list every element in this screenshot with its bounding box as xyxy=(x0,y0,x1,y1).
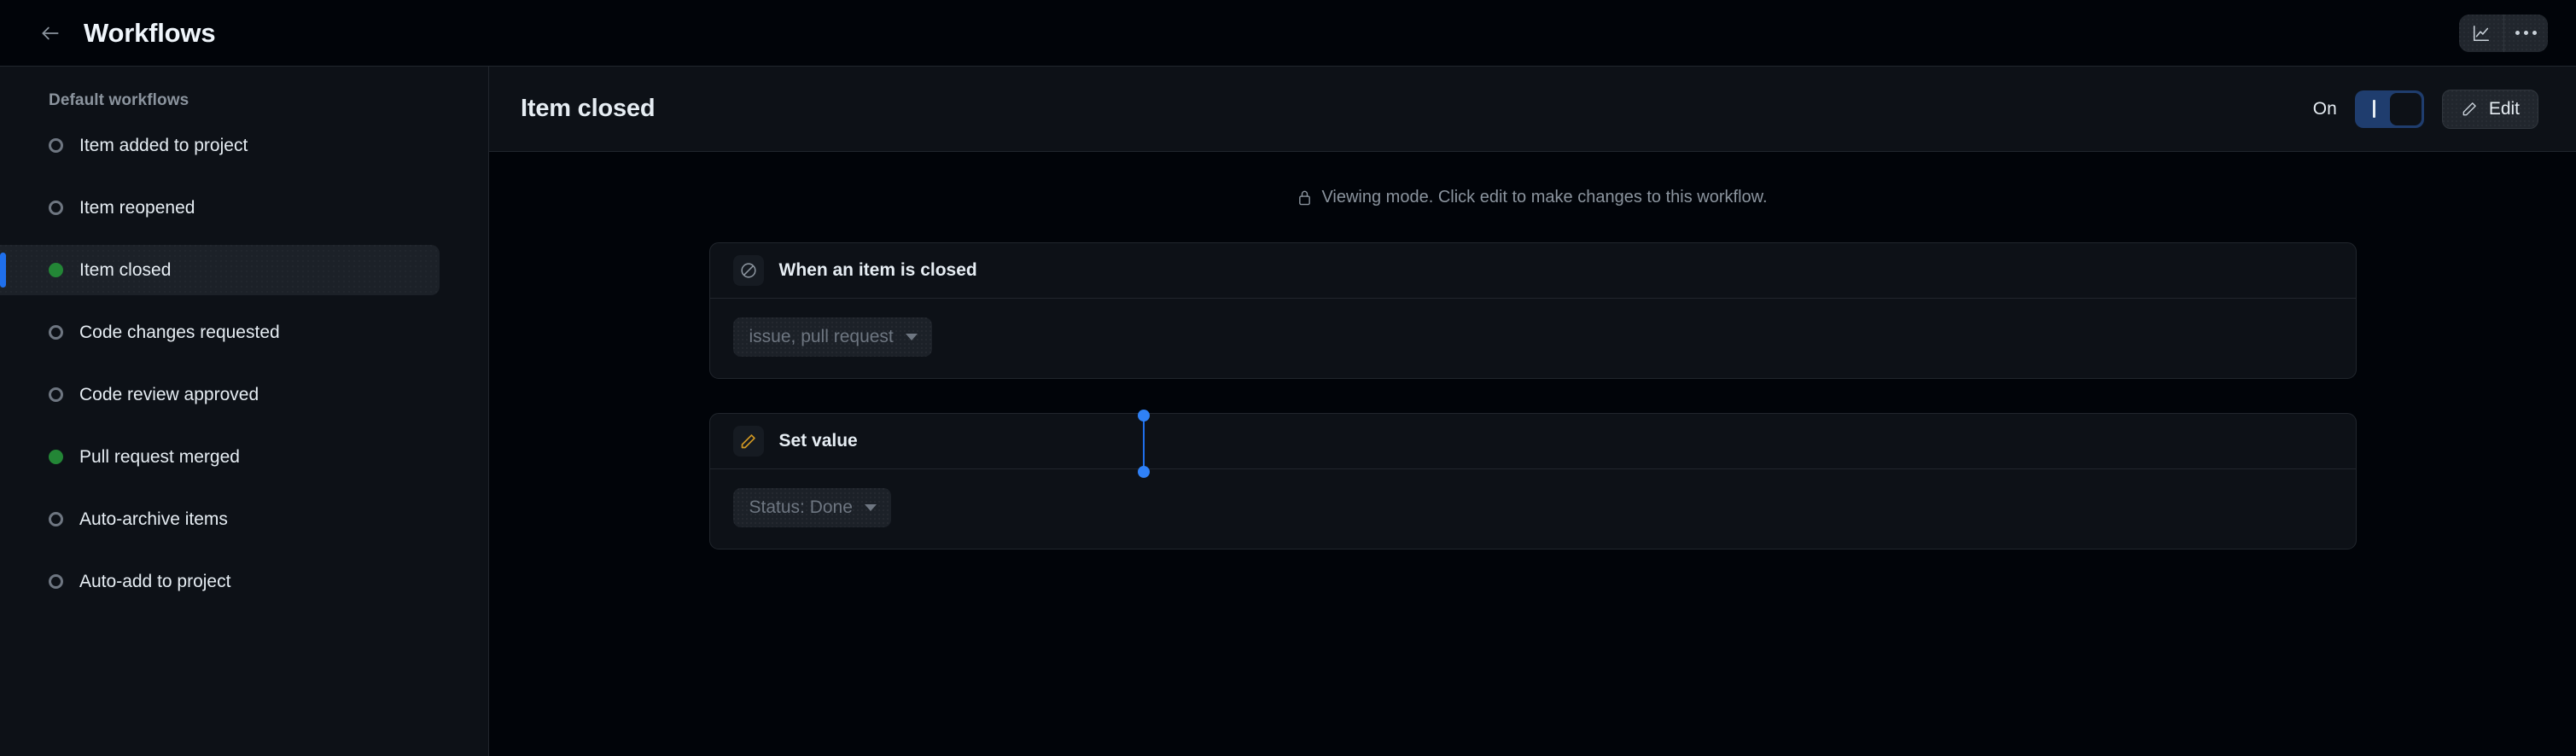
top-bar: Workflows xyxy=(0,0,2576,66)
insights-button[interactable] xyxy=(2459,14,2503,52)
sidebar-nav-list: Item added to project Item reopened Item… xyxy=(0,120,488,607)
sidebar-item-item-added-to-project[interactable]: Item added to project xyxy=(0,120,440,171)
edit-button[interactable]: Edit xyxy=(2441,89,2538,129)
viewing-mode-note: Viewing mode. Click edit to make changes… xyxy=(489,188,2576,207)
body: Default workflows Item added to project … xyxy=(0,66,2576,756)
workflow-flow: When an item is closed issue, pull reque… xyxy=(708,242,2357,550)
action-value-text: Status: Done xyxy=(749,497,853,517)
workflow-title: Item closed xyxy=(521,95,656,122)
sidebar-item-label: Pull request merged xyxy=(79,447,240,467)
edit-button-label: Edit xyxy=(2488,98,2520,119)
status-dot-icon xyxy=(49,574,63,589)
top-bar-right xyxy=(2459,14,2548,52)
trigger-type-value: issue, pull request xyxy=(749,327,894,346)
more-options-button[interactable] xyxy=(2503,14,2548,52)
trigger-type-dropdown[interactable]: issue, pull request xyxy=(732,317,932,357)
sidebar-item-label: Item added to project xyxy=(79,136,248,155)
viewing-mode-text: Viewing mode. Click edit to make changes… xyxy=(1321,188,1768,206)
page-title: Workflows xyxy=(84,18,216,48)
connector-line xyxy=(1142,415,1145,473)
connector-node-bottom xyxy=(1137,466,1150,478)
sidebar: Default workflows Item added to project … xyxy=(0,66,489,756)
pencil-icon xyxy=(732,426,764,457)
chevron-down-icon xyxy=(905,334,918,340)
toggle-label: On xyxy=(2312,98,2337,119)
workflow-enabled-toggle[interactable] xyxy=(2354,90,2424,128)
workflows-app: Workflows Default workflows Item added t… xyxy=(0,0,2576,756)
trigger-card-header: When an item is closed xyxy=(709,243,2356,299)
sidebar-item-pull-request-merged[interactable]: Pull request merged xyxy=(0,432,440,482)
sidebar-item-auto-archive-items[interactable]: Auto-archive items xyxy=(0,494,440,544)
sidebar-heading: Default workflows xyxy=(49,91,189,109)
arrow-left-icon xyxy=(39,22,61,44)
action-card-title: Set value xyxy=(778,431,858,451)
main-header: Item closed On Edit xyxy=(489,66,2576,152)
action-card[interactable]: Set value Status: Done xyxy=(708,413,2357,550)
skip-icon xyxy=(732,255,764,286)
sidebar-item-code-changes-requested[interactable]: Code changes requested xyxy=(0,307,440,358)
back-button[interactable] xyxy=(36,19,65,48)
trigger-card-title: When an item is closed xyxy=(778,260,977,280)
sidebar-item-label: Code changes requested xyxy=(79,323,280,342)
status-dot-icon xyxy=(49,263,63,277)
action-card-body: Status: Done xyxy=(710,469,2356,549)
action-value-dropdown[interactable]: Status: Done xyxy=(732,488,891,527)
lock-icon xyxy=(1297,189,1312,206)
main-panel: Item closed On Edit Viewing mode. Click … xyxy=(489,66,2576,756)
main-header-actions: On Edit xyxy=(2312,89,2538,129)
line-chart-icon xyxy=(2472,24,2491,43)
sidebar-item-label: Item closed xyxy=(79,260,172,280)
status-dot-icon xyxy=(49,325,63,340)
pencil-icon xyxy=(2461,101,2478,118)
sidebar-item-code-review-approved[interactable]: Code review approved xyxy=(0,369,440,420)
top-bar-left: Workflows xyxy=(36,18,216,48)
chevron-down-icon xyxy=(864,504,877,511)
status-dot-icon xyxy=(49,201,63,215)
sidebar-item-label: Item reopened xyxy=(79,198,195,218)
sidebar-item-label: Auto-archive items xyxy=(79,509,228,529)
status-dot-icon xyxy=(49,387,63,402)
kebab-horizontal-icon xyxy=(2515,31,2537,35)
flow-gap xyxy=(709,379,2357,413)
trigger-card-body: issue, pull request xyxy=(710,299,2356,378)
status-dot-icon xyxy=(49,450,63,464)
sidebar-item-item-reopened[interactable]: Item reopened xyxy=(0,183,440,233)
toggle-knob xyxy=(2390,92,2422,125)
connector-node-top xyxy=(1137,410,1150,422)
sidebar-item-item-closed[interactable]: Item closed xyxy=(0,245,440,295)
toggle-on-bar-icon xyxy=(2357,100,2390,118)
trigger-card[interactable]: When an item is closed issue, pull reque… xyxy=(708,242,2357,379)
flow-connector xyxy=(1135,410,1152,478)
action-card-header: Set value xyxy=(709,414,2356,469)
sidebar-item-auto-add-to-project[interactable]: Auto-add to project xyxy=(0,556,440,607)
status-dot-icon xyxy=(49,512,63,526)
sidebar-item-label: Auto-add to project xyxy=(79,572,231,591)
header-action-group xyxy=(2459,14,2548,52)
workflow-canvas: Viewing mode. Click edit to make changes… xyxy=(489,152,2576,756)
sidebar-item-label: Code review approved xyxy=(79,385,259,404)
status-dot-icon xyxy=(49,138,63,153)
